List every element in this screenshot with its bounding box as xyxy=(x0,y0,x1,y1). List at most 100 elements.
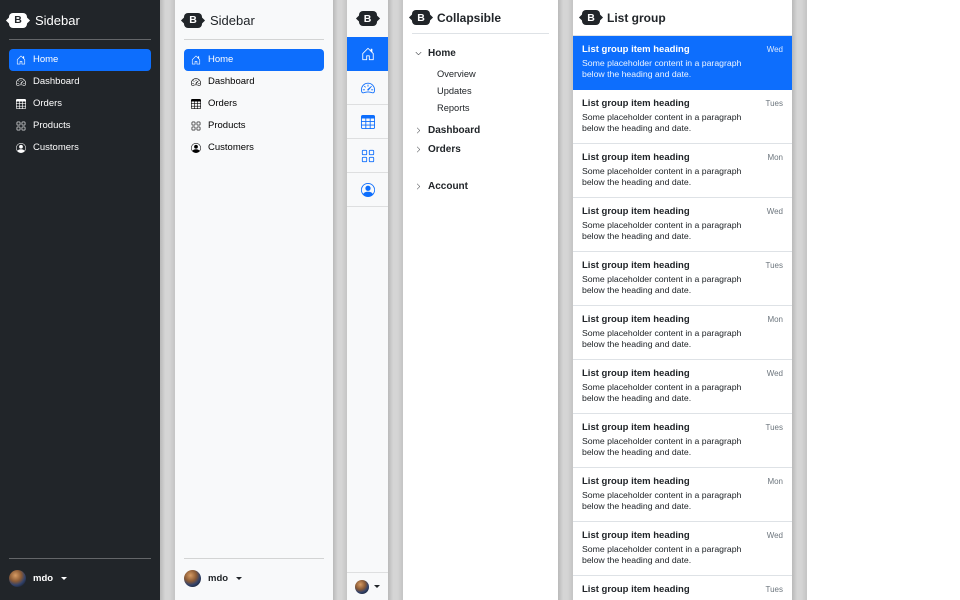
sidebar-item-dashboard[interactable]: Dashboard xyxy=(184,71,324,93)
brand-title: Collapsible xyxy=(437,11,501,25)
user-dropdown[interactable]: mdo xyxy=(9,568,151,590)
icon-nav-products[interactable] xyxy=(347,139,388,173)
brand-link[interactable]: B Collapsible xyxy=(412,10,549,34)
bootstrap-sidebars-examples: B Sidebar Home Dashboard Orders Products xyxy=(0,0,960,600)
collapse-label: Account xyxy=(428,181,468,192)
sidebar-item-label: Products xyxy=(33,121,71,131)
sidebar-light: B Sidebar Home Dashboard Orders Products xyxy=(175,0,333,600)
grid-icon xyxy=(16,121,26,131)
sidebar-item-orders[interactable]: Orders xyxy=(184,93,324,115)
avatar xyxy=(9,570,26,587)
sidebar-item-products[interactable]: Products xyxy=(9,115,151,137)
list-item-date: Tues xyxy=(766,261,784,270)
subitem-reports[interactable]: Reports xyxy=(437,99,549,116)
list-item[interactable]: List group item headingTues Some placeho… xyxy=(573,90,792,144)
list-item[interactable]: List group item headingTues Some placeho… xyxy=(573,252,792,306)
subitem-updates[interactable]: Updates xyxy=(437,82,549,99)
list-item-body: Some placeholder content in a paragraph … xyxy=(582,382,758,404)
user-name: mdo xyxy=(208,573,228,584)
sidebar-item-label: Dashboard xyxy=(208,77,254,87)
list-item[interactable]: List group item headingWed Some placehol… xyxy=(573,360,792,414)
subitem-overview[interactable]: Overview xyxy=(437,65,549,82)
speedometer-icon xyxy=(16,77,26,87)
sidebar-item-label: Customers xyxy=(208,143,254,153)
chevron-right-icon xyxy=(415,183,422,190)
collapse-toggle-home[interactable]: Home xyxy=(412,44,549,63)
user-dropdown[interactable] xyxy=(347,572,388,600)
sidebar-item-customers[interactable]: Customers xyxy=(9,137,151,159)
brand-link[interactable]: B List group xyxy=(573,0,792,36)
list-item-date: Wed xyxy=(767,45,783,54)
sidebar-dark: B Sidebar Home Dashboard Orders Products xyxy=(0,0,160,600)
collapse-label: Dashboard xyxy=(428,125,480,136)
speedometer-icon xyxy=(361,81,375,95)
house-icon xyxy=(191,55,201,65)
list-item-heading: List group item heading xyxy=(582,98,690,109)
bootstrap-logo-icon: B xyxy=(9,13,27,28)
list-item[interactable]: List group item headingMon Some placehol… xyxy=(573,468,792,522)
list-item-heading: List group item heading xyxy=(582,584,690,595)
list-item-heading: List group item heading xyxy=(582,368,690,379)
caret-down-icon xyxy=(374,585,380,588)
collapse-toggle-orders[interactable]: Orders xyxy=(412,140,549,159)
bootstrap-logo-icon: B xyxy=(412,10,430,25)
list-item-body: Some placeholder content in a paragraph … xyxy=(582,274,758,296)
list-item[interactable]: List group item headingMon Some placehol… xyxy=(573,144,792,198)
list-item[interactable]: List group item headingMon Some placehol… xyxy=(573,306,792,360)
icon-nav-orders[interactable] xyxy=(347,105,388,139)
sidebar-item-products[interactable]: Products xyxy=(184,115,324,137)
bootstrap-logo-icon: B xyxy=(184,13,202,28)
sidebar-icons-only: B xyxy=(347,0,388,600)
divider xyxy=(9,39,151,40)
list-item[interactable]: List group item headingTues Some placeho… xyxy=(573,414,792,468)
grid-icon xyxy=(361,149,375,163)
sidebar-item-home[interactable]: Home xyxy=(184,49,324,71)
avatar xyxy=(355,580,369,594)
list-item[interactable]: List group item headingTues Some placeho… xyxy=(573,576,792,600)
brand-title: Sidebar xyxy=(35,13,80,28)
list-item-date: Mon xyxy=(767,477,783,486)
list-item-heading: List group item heading xyxy=(582,422,690,433)
sidebar-item-orders[interactable]: Orders xyxy=(9,93,151,115)
sidebar-item-dashboard[interactable]: Dashboard xyxy=(9,71,151,93)
sidebar-item-label: Dashboard xyxy=(33,77,79,87)
list-item-date: Tues xyxy=(766,99,784,108)
user-dropdown[interactable]: mdo xyxy=(184,568,324,590)
list-item[interactable]: List group item headingWed Some placehol… xyxy=(573,198,792,252)
icon-nav-dashboard[interactable] xyxy=(347,71,388,105)
brand-link[interactable]: B Sidebar xyxy=(9,10,151,30)
column-divider xyxy=(558,0,573,600)
brand-link[interactable]: B xyxy=(347,0,388,37)
sidebar-item-customers[interactable]: Customers xyxy=(184,137,324,159)
table-icon xyxy=(16,99,26,109)
column-divider xyxy=(333,0,347,600)
sidebar-item-label: Orders xyxy=(33,99,62,109)
collapse-toggle-account[interactable]: Account xyxy=(412,177,549,196)
sidebar-item-home[interactable]: Home xyxy=(9,49,151,71)
icon-nav-customers[interactable] xyxy=(347,173,388,207)
bootstrap-logo-icon: B xyxy=(582,10,600,25)
list-item[interactable]: List group item headingWed Some placehol… xyxy=(573,36,792,90)
list-item-body: Some placeholder content in a paragraph … xyxy=(582,544,758,566)
list-item-date: Wed xyxy=(767,207,783,216)
nav-menu: Home Dashboard Orders Products Customers xyxy=(9,49,151,159)
list-item[interactable]: List group item headingWed Some placehol… xyxy=(573,522,792,576)
user-name: mdo xyxy=(33,573,53,584)
collapse-toggle-dashboard[interactable]: Dashboard xyxy=(412,121,549,140)
list-item-heading: List group item heading xyxy=(582,314,690,325)
list-item-heading: List group item heading xyxy=(582,206,690,217)
icon-nav-home[interactable] xyxy=(347,37,388,71)
list-item-body: Some placeholder content in a paragraph … xyxy=(582,58,758,80)
table-icon xyxy=(361,115,375,129)
sidebar-item-label: Orders xyxy=(208,99,237,109)
sidebar-footer: mdo xyxy=(9,549,151,590)
list-item-date: Tues xyxy=(766,585,784,594)
person-circle-icon xyxy=(16,143,26,153)
brand-link[interactable]: B Sidebar xyxy=(184,10,324,30)
chevron-right-icon xyxy=(415,146,422,153)
column-divider xyxy=(160,0,175,600)
person-circle-icon xyxy=(191,143,201,153)
brand-title: Sidebar xyxy=(210,13,255,28)
sidebar-item-label: Customers xyxy=(33,143,79,153)
collapsible-nav: Home Overview Updates Reports Dashboard … xyxy=(412,44,549,196)
